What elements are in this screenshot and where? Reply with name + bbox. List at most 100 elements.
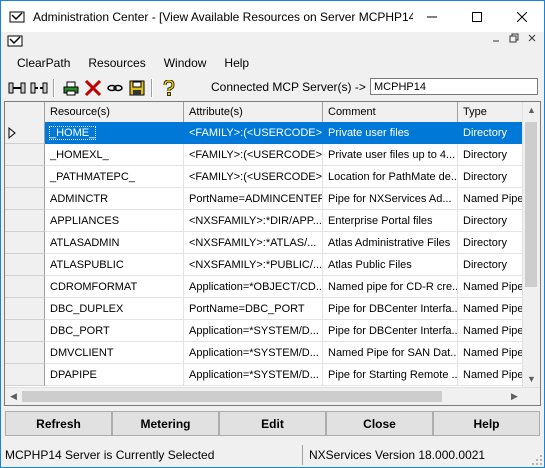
table-row[interactable]: _HOMEXL_ <FAMILY>:(<USERCODE>) Private u…: [5, 144, 540, 166]
row-header[interactable]: [5, 364, 45, 386]
link-icon[interactable]: [105, 78, 125, 98]
scroll-right-icon[interactable]: ▶: [506, 388, 523, 405]
table-row[interactable]: _HOME_ <FAMILY>:(<USERCODE>) Private use…: [5, 122, 540, 144]
table-row[interactable]: DBC_DUPLEX PortName=DBC_PORT Pipe for DB…: [5, 298, 540, 320]
delete-icon[interactable]: [83, 78, 103, 98]
resource-cell[interactable]: ATLASADMIN: [45, 232, 184, 254]
comment-cell[interactable]: Atlas Public Files: [323, 254, 458, 276]
attribute-cell[interactable]: Application=*SYSTEM/D...: [184, 320, 323, 342]
attribute-cell[interactable]: <NXSFAMILY>:*DIR/APP...: [184, 210, 323, 232]
title-bar[interactable]: Administration Center - [View Available …: [1, 1, 544, 32]
attribute-cell[interactable]: Application=*SYSTEM/D...: [184, 364, 323, 386]
scrollbar-corner: [523, 388, 540, 405]
comment-cell[interactable]: Named Pipe for SAN Dat...: [323, 342, 458, 364]
attribute-cell[interactable]: <FAMILY>:(<USERCODE>): [184, 166, 323, 188]
save-icon[interactable]: [127, 78, 147, 98]
row-header[interactable]: [5, 342, 45, 364]
child-minimize-icon[interactable]: [488, 33, 504, 47]
attribute-cell[interactable]: PortName=DBC_PORT: [184, 298, 323, 320]
attribute-cell[interactable]: Application=*SYSTEM/D...: [184, 342, 323, 364]
row-header[interactable]: [5, 298, 45, 320]
menu-window[interactable]: Window: [156, 56, 215, 70]
resize-grip-icon[interactable]: [531, 454, 543, 466]
close-button[interactable]: Close: [326, 411, 433, 436]
column-header-comment[interactable]: Comment: [323, 102, 458, 122]
comment-cell[interactable]: Enterprise Portal files: [323, 210, 458, 232]
child-close-icon[interactable]: [524, 33, 540, 47]
connect-icon[interactable]: [7, 78, 27, 98]
resource-cell[interactable]: DBC_DUPLEX: [45, 298, 184, 320]
row-header[interactable]: [5, 166, 45, 188]
comment-cell[interactable]: Pipe for NXServices Ad...: [323, 188, 458, 210]
row-header[interactable]: [5, 232, 45, 254]
attribute-cell[interactable]: Application=*OBJECT/CD...: [184, 276, 323, 298]
resource-cell[interactable]: APPLIANCES: [45, 210, 184, 232]
table-row[interactable]: ATLASPUBLIC <NXSFAMILY>:*PUBLIC/... Atla…: [5, 254, 540, 276]
edit-button[interactable]: Edit: [219, 411, 326, 436]
menu-bar: ClearPath Resources Window Help: [1, 52, 544, 74]
horizontal-scrollbar[interactable]: ◀ ▶: [5, 387, 540, 405]
comment-cell[interactable]: Atlas Administrative Files: [323, 232, 458, 254]
scroll-up-icon[interactable]: ▲: [523, 102, 540, 119]
attribute-cell[interactable]: PortName=ADMINCENTER: [184, 188, 323, 210]
resource-cell[interactable]: _PATHMATEPC_: [45, 166, 184, 188]
table-row[interactable]: DBC_PORT Application=*SYSTEM/D... Pipe f…: [5, 320, 540, 342]
menu-resources[interactable]: Resources: [80, 56, 153, 70]
table-row[interactable]: CDROMFORMAT Application=*OBJECT/CD... Na…: [5, 276, 540, 298]
help-button[interactable]: Help: [433, 411, 540, 436]
comment-cell[interactable]: Pipe for DBCenter Interfa...: [323, 298, 458, 320]
row-selector-icon[interactable]: [5, 122, 45, 144]
table-row[interactable]: DMVCLIENT Application=*SYSTEM/D... Named…: [5, 342, 540, 364]
resource-cell[interactable]: ATLASPUBLIC: [45, 254, 184, 276]
comment-cell[interactable]: Pipe for Starting Remote ...: [323, 364, 458, 386]
attribute-cell[interactable]: <FAMILY>:(<USERCODE>): [184, 122, 323, 144]
print-icon[interactable]: [61, 78, 81, 98]
resources-grid[interactable]: Resource(s) Attribute(s) Comment Type _H…: [4, 101, 541, 406]
scroll-down-icon[interactable]: ▼: [523, 371, 540, 388]
maximize-icon[interactable]: [454, 1, 499, 32]
scroll-left-icon[interactable]: ◀: [5, 388, 22, 405]
table-row[interactable]: ATLASADMIN <NXSFAMILY>:*ATLAS/... Atlas …: [5, 232, 540, 254]
comment-cell[interactable]: Location for PathMate de...: [323, 166, 458, 188]
attribute-cell[interactable]: <FAMILY>:(<USERCODE>): [184, 144, 323, 166]
disconnect-icon[interactable]: [29, 78, 49, 98]
row-header[interactable]: [5, 210, 45, 232]
comment-cell[interactable]: Named pipe for CD-R cre...: [323, 276, 458, 298]
vertical-scrollbar[interactable]: ▲ ▼: [522, 102, 540, 388]
column-header-resources[interactable]: Resource(s): [45, 102, 184, 122]
resource-cell[interactable]: DMVCLIENT: [45, 342, 184, 364]
refresh-button[interactable]: Refresh: [5, 411, 112, 436]
row-header[interactable]: [5, 254, 45, 276]
table-row[interactable]: DPAPIPE Application=*SYSTEM/D... Pipe fo…: [5, 364, 540, 386]
close-icon[interactable]: [499, 1, 544, 32]
document-icon[interactable]: [7, 33, 23, 49]
menu-help[interactable]: Help: [216, 56, 257, 70]
resource-cell[interactable]: _HOMEXL_: [45, 144, 184, 166]
comment-cell[interactable]: Private user files: [323, 122, 458, 144]
table-row[interactable]: APPLIANCES <NXSFAMILY>:*DIR/APP... Enter…: [5, 210, 540, 232]
table-row[interactable]: _PATHMATEPC_ <FAMILY>:(<USERCODE>) Locat…: [5, 166, 540, 188]
resource-cell[interactable]: _HOME_: [45, 122, 184, 144]
resource-cell[interactable]: ADMINCTR: [45, 188, 184, 210]
comment-cell[interactable]: Pipe for DBCenter Interfa...: [323, 320, 458, 342]
column-header-attributes[interactable]: Attribute(s): [184, 102, 323, 122]
row-header[interactable]: [5, 188, 45, 210]
row-header[interactable]: [5, 144, 45, 166]
horizontal-scroll-thumb[interactable]: [22, 391, 442, 402]
row-header[interactable]: [5, 276, 45, 298]
resource-cell[interactable]: DBC_PORT: [45, 320, 184, 342]
comment-cell[interactable]: Private user files up to 4...: [323, 144, 458, 166]
minimize-icon[interactable]: [409, 1, 454, 32]
table-row[interactable]: ADMINCTR PortName=ADMINCENTER Pipe for N…: [5, 188, 540, 210]
resource-cell[interactable]: DPAPIPE: [45, 364, 184, 386]
connected-server-field[interactable]: MCPHP14: [370, 78, 538, 95]
resource-cell[interactable]: CDROMFORMAT: [45, 276, 184, 298]
help-icon[interactable]: [159, 78, 179, 98]
attribute-cell[interactable]: <NXSFAMILY>:*ATLAS/...: [184, 232, 323, 254]
attribute-cell[interactable]: <NXSFAMILY>:*PUBLIC/...: [184, 254, 323, 276]
vertical-scroll-thumb[interactable]: [525, 122, 537, 287]
child-restore-icon[interactable]: [506, 33, 522, 47]
row-header[interactable]: [5, 320, 45, 342]
metering-button[interactable]: Metering: [112, 411, 219, 436]
menu-clearpath[interactable]: ClearPath: [9, 56, 78, 70]
